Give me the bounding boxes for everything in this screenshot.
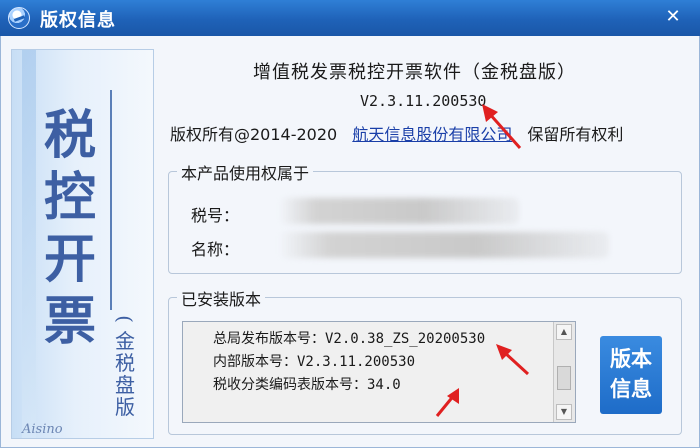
- software-version: V2.3.11.200530: [360, 92, 487, 110]
- product-name: 增值税发票税控开票软件（金税盘版）: [253, 62, 576, 83]
- copyright-text: 版权所有@2014-2020: [170, 125, 338, 144]
- list-item: 内部版本号：V2.3.11.200530: [213, 351, 415, 371]
- annotation-arrow-version: [482, 104, 522, 149]
- list-item: 税收分类编码表版本号：34.0: [213, 374, 401, 394]
- version-value: V2.3.11.200530: [297, 354, 416, 370]
- version-label: 总局发布版本号：: [213, 331, 325, 347]
- banner-subchar: 盘: [115, 373, 135, 397]
- installed-version-legend: 已安装版本: [177, 286, 266, 310]
- scroll-thumb[interactable]: [557, 366, 571, 390]
- app-logo-icon: [8, 7, 30, 29]
- chevron-up-icon[interactable]: ▲: [556, 324, 572, 340]
- window-title: 版权信息: [40, 10, 116, 31]
- version-label: 税收分类编码表版本号：: [213, 377, 367, 393]
- close-button[interactable]: ✕: [662, 6, 684, 28]
- banner-char: 票: [43, 291, 96, 352]
- owner-group: 本产品使用权属于 税号： 名称：: [168, 160, 682, 274]
- version-label: 内部版本号：: [213, 354, 297, 370]
- title-bar: 版权信息 ✕: [0, 0, 700, 36]
- rights-reserved-text: 保留所有权利: [527, 125, 624, 144]
- name-label: 名称：: [191, 240, 240, 259]
- tax-id-value-redacted: [279, 198, 519, 224]
- version-value: V2.0.38_ZS_20200530: [325, 331, 486, 347]
- banner-char: 税: [43, 105, 96, 166]
- banner-logo-text: Aisino: [22, 422, 63, 437]
- close-icon[interactable]: ✕: [665, 6, 680, 27]
- version-info-button-line: 版本: [610, 347, 652, 371]
- banner-title: 税 控 开 票: [40, 105, 100, 353]
- side-banner: 税 控 开 票 ( 金 税 盘 版 Aisino: [11, 49, 154, 439]
- banner-subtitle: ( 金 税 盘 版: [110, 308, 140, 418]
- banner-subchar: (: [113, 315, 137, 323]
- annotation-arrow-code-table: [435, 388, 459, 417]
- banner-subchar: 版: [115, 395, 135, 419]
- scrollbar[interactable]: ▲ ▼: [553, 322, 575, 422]
- banner-divider: [110, 90, 112, 310]
- company-name-value-redacted: [279, 232, 609, 258]
- tax-id-label: 税号：: [191, 206, 240, 225]
- annotation-arrow-release: [496, 344, 530, 376]
- owner-group-legend: 本产品使用权属于: [177, 160, 314, 184]
- version-info-button[interactable]: 版本 信息: [600, 336, 662, 414]
- list-item: 总局发布版本号：V2.0.38_ZS_20200530: [213, 328, 485, 348]
- banner-char: 开: [43, 229, 96, 290]
- copyright-row: 版权所有@2014-2020 航天信息股份有限公司 保留所有权利: [170, 121, 623, 145]
- version-info-button-line: 信息: [610, 377, 652, 401]
- version-value: 34.0: [367, 377, 401, 393]
- chevron-down-icon[interactable]: ▼: [556, 404, 572, 420]
- banner-stripe: [22, 50, 36, 438]
- banner-char: 控: [43, 167, 96, 228]
- banner-subchar: 税: [115, 351, 135, 375]
